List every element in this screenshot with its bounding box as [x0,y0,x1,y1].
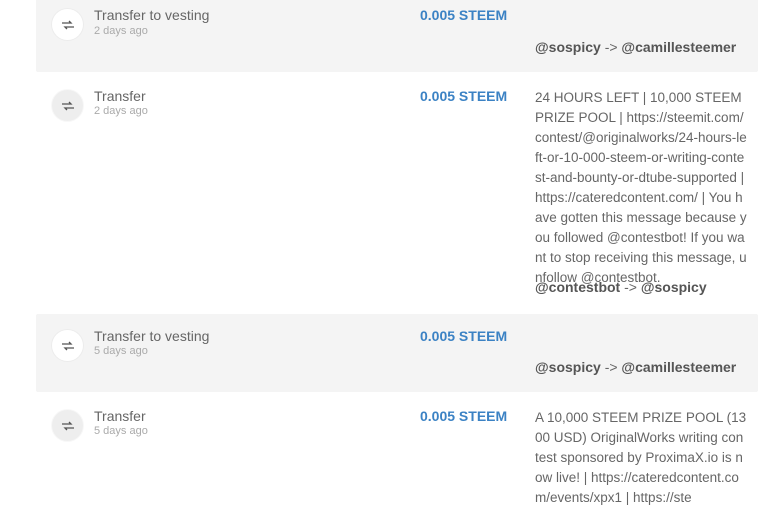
transaction-row: Transfer 2 days ago 0.005 STEEM 24 HOURS… [36,80,758,310]
transaction-memo: A 10,000 STEEM PRIZE POOL (1300 USD) Ori… [535,410,747,505]
direction-arrow: -> [604,359,622,375]
transaction-memo: 24 HOURS LEFT | 10,000 STEEM PRIZE POOL … [535,90,747,285]
transaction-type: Transfer [94,88,146,104]
transaction-row: Transfer to vesting 2 days ago 0.005 STE… [36,0,758,72]
transaction-type: Transfer [94,408,146,424]
to-account-link[interactable]: @sospicy [641,279,707,295]
transaction-type: Transfer to vesting [94,328,210,344]
transaction-date: 5 days ago [94,425,148,437]
transfer-arrows-icon [52,330,83,361]
transfer-arrows-icon [52,9,83,40]
transaction-parties: @sospicy -> @camillesteemer [535,39,736,55]
transaction-parties: @sospicy -> @camillesteemer [535,359,736,375]
direction-arrow: -> [624,279,641,295]
direction-arrow: -> [604,39,622,55]
transaction-amount[interactable]: 0.005 STEEM [420,328,507,344]
from-account-link[interactable]: @sospicy [535,39,601,55]
transaction-amount[interactable]: 0.005 STEEM [420,88,507,104]
transfer-arrows-icon [52,90,83,121]
wallet-history: { "transactions": [ { "type": "Transfer … [0,0,764,505]
to-account-link[interactable]: @camillesteemer [621,359,736,375]
transaction-date: 2 days ago [94,25,148,37]
transfer-arrows-icon [52,410,83,441]
transaction-parties: @contestbot -> @sospicy [535,279,707,295]
transaction-amount[interactable]: 0.005 STEEM [420,408,507,424]
transaction-row: Transfer 5 days ago 0.005 STEEM A 10,000… [36,400,758,505]
transaction-date: 5 days ago [94,345,148,357]
from-account-link[interactable]: @sospicy [535,359,601,375]
transaction-row: Transfer to vesting 5 days ago 0.005 STE… [36,314,758,392]
from-account-link[interactable]: @contestbot [535,279,620,295]
to-account-link[interactable]: @camillesteemer [621,39,736,55]
transaction-type: Transfer to vesting [94,7,210,23]
transaction-amount[interactable]: 0.005 STEEM [420,7,507,23]
transaction-date: 2 days ago [94,105,148,117]
